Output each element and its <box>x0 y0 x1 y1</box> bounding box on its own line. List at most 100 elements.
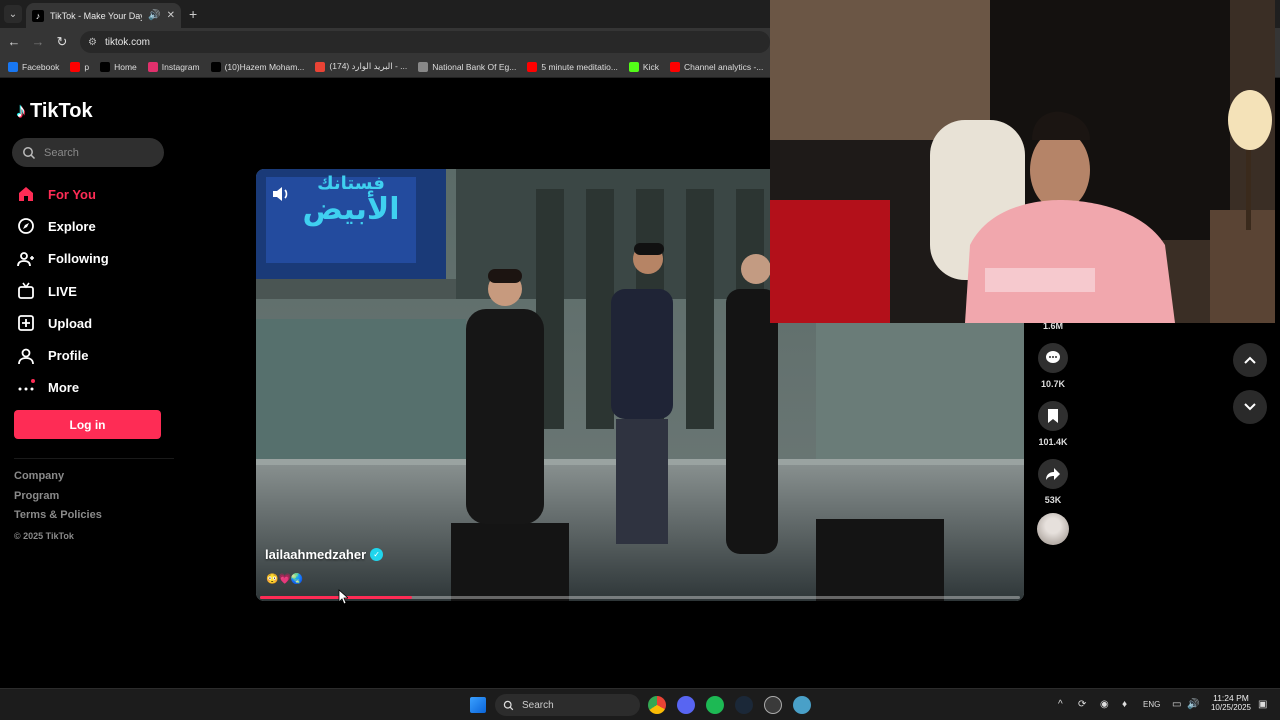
bookmark-item[interactable]: Kick <box>628 61 659 72</box>
mouse-cursor <box>338 589 350 605</box>
author-name[interactable]: lailaahmedzaher <box>265 547 366 562</box>
tiktok-note-icon: ♪ <box>16 100 26 122</box>
share-icon <box>1046 468 1060 480</box>
network-icon[interactable]: ▭ <box>1172 699 1181 710</box>
steam-icon[interactable] <box>735 696 753 714</box>
back-button[interactable]: ← <box>6 34 22 49</box>
bookmark-label: (174) البريد الوارد - ... <box>329 61 408 71</box>
video-progress-bar[interactable] <box>260 596 1020 599</box>
sidebar-item-more[interactable]: More <box>16 372 176 404</box>
save-button[interactable] <box>1038 401 1068 431</box>
chrome-icon[interactable] <box>648 696 666 714</box>
clock-date: 10/25/2025 <box>1210 703 1252 712</box>
sidebar-item-live[interactable]: LIVE <box>16 275 176 307</box>
video-banner-text: فستانك الأبيض <box>286 174 416 227</box>
comment-icon <box>1046 351 1060 363</box>
volume-icon[interactable] <box>270 183 292 205</box>
sound-avatar[interactable] <box>1037 513 1069 545</box>
notification-icon[interactable]: ▣ <box>1258 699 1267 710</box>
start-windows-icon[interactable] <box>470 697 486 713</box>
reload-button[interactable]: ↻ <box>54 34 70 50</box>
taskbar-search-label: Search <box>522 699 554 711</box>
sidebar-item-label: Upload <box>48 315 93 331</box>
bookmark-item[interactable]: 5 minute meditatio... <box>527 61 618 72</box>
sync-icon[interactable]: ⟳ <box>1078 699 1086 710</box>
footer-link-terms[interactable]: Terms & Policies <box>14 509 102 529</box>
share-count: 53K <box>1044 495 1062 505</box>
bookmark-label: Instagram <box>161 61 200 72</box>
save-count: 101.4K <box>1038 437 1068 447</box>
bookmark-item[interactable]: (174) البريد الوارد - ... <box>315 61 407 72</box>
bookmark-label: 5 minute meditatio... <box>541 61 618 72</box>
language-indicator[interactable]: ENG <box>1143 700 1160 709</box>
instagram-icon <box>147 61 158 72</box>
browser-tab[interactable]: ♪ TikTok - Make Your Day 🔊 ✕ <box>26 3 181 28</box>
sidebar-item-label: More <box>48 380 80 396</box>
live-icon <box>16 281 36 301</box>
taskbar-search-icon <box>503 700 514 710</box>
bookmark-label: Kick <box>642 61 659 72</box>
footer-link-program[interactable]: Program <box>14 490 102 510</box>
sidebar-item-for-you[interactable]: For You <box>16 178 176 210</box>
footer-links: Company Program Terms & Policies © 2025 … <box>14 470 102 541</box>
microphone-icon[interactable]: ♦ <box>1122 699 1127 710</box>
taskbar-search[interactable]: Search <box>495 694 640 716</box>
comment-button[interactable] <box>1038 343 1068 373</box>
new-tab-button[interactable]: + <box>189 6 197 22</box>
verified-badge-icon: ✓ <box>370 548 384 561</box>
sidebar-item-upload[interactable]: Upload <box>16 307 176 339</box>
upload-icon <box>16 313 36 333</box>
profile-icon <box>16 346 36 366</box>
previous-video-button[interactable] <box>1233 343 1267 377</box>
bookmark-icon <box>1048 409 1058 423</box>
tiktok-icon <box>210 61 221 72</box>
site-info-icon[interactable]: ⚙ <box>88 37 97 48</box>
address-bar[interactable]: ⚙ tiktok.com <box>80 31 770 53</box>
tray-chevron-icon[interactable]: ^ <box>1058 699 1063 710</box>
bookmark-item[interactable]: Facebook <box>8 61 59 72</box>
youtube-icon <box>70 61 81 72</box>
footer-link-company[interactable]: Company <box>14 470 102 490</box>
login-button[interactable]: Log in <box>14 410 161 439</box>
x-icon <box>100 61 111 72</box>
sidebar-item-profile[interactable]: Profile <box>16 339 176 371</box>
forward-button[interactable]: → <box>30 34 46 49</box>
tiktok-logo[interactable]: ♪ TikTok <box>16 100 93 123</box>
bookmark-item[interactable]: p <box>70 61 89 72</box>
spotify-icon[interactable] <box>706 696 724 714</box>
share-button[interactable] <box>1038 459 1068 489</box>
sidebar-item-label: Profile <box>48 348 89 364</box>
clock[interactable]: 11:24 PM 10/25/2025 <box>1205 693 1257 712</box>
globe-app-icon[interactable] <box>793 696 811 714</box>
bookmark-item[interactable]: Channel analytics -... <box>669 61 763 72</box>
bookmark-item[interactable]: Home <box>100 61 137 72</box>
speaker-icon[interactable]: 🔊 <box>148 10 160 21</box>
close-icon[interactable]: ✕ <box>167 10 175 21</box>
more-icon <box>16 378 36 398</box>
discord-tray-icon[interactable]: ◉ <box>1100 699 1109 710</box>
logo-text: TikTok <box>30 100 93 122</box>
url-text: tiktok.com <box>104 36 150 48</box>
discord-icon[interactable] <box>677 696 695 714</box>
sidebar-item-label: Following <box>48 251 109 267</box>
tab-search-button[interactable]: ⌄ <box>4 5 22 23</box>
clock-time: 11:24 PM <box>1213 693 1249 703</box>
sidebar-nav: For You Explore Following LIVE Upload Profile… <box>16 178 176 404</box>
bookmark-label: Home <box>114 61 137 72</box>
sidebar-item-explore[interactable]: Explore <box>16 210 176 242</box>
windows-taskbar: Search ^ ⟳ ◉ ♦ ENG ▭ 🔊 11:24 PM 10/25/20… <box>0 688 1280 720</box>
action-bar: 1.6M 10.7K 101.4K 53K <box>1036 318 1070 545</box>
video-author[interactable]: lailaahmedzaher ✓ <box>265 547 384 562</box>
banner-line-2: الأبيض <box>302 191 400 227</box>
volume-tray-icon[interactable]: 🔊 <box>1187 699 1199 710</box>
sidebar-item-label: Explore <box>48 218 96 234</box>
next-video-button[interactable] <box>1233 390 1267 424</box>
bookmark-item[interactable]: (10)Hazem Moham... <box>210 61 304 72</box>
bookmark-item[interactable]: National Bank Of Eg... <box>418 61 516 72</box>
search-input[interactable]: Search <box>12 138 164 167</box>
sidebar-item-following[interactable]: Following <box>16 243 176 275</box>
video-caption: 😳💗🌏 <box>266 574 304 585</box>
app-icon[interactable] <box>764 696 782 714</box>
tab-title: TikTok - Make Your Day <box>50 10 143 21</box>
bookmark-item[interactable]: Instagram <box>147 61 200 72</box>
